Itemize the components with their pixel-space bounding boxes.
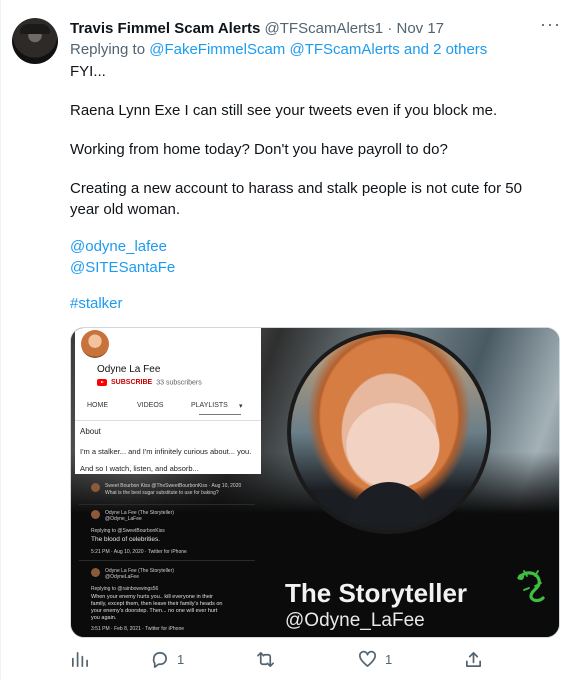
author-name[interactable]: Travis Fimmel Scam Alerts [70,20,260,37]
replying-prefix: Replying to [70,41,146,58]
subscribe-row: SUBSCRIBE 33 subscribers [97,379,202,386]
tab-videos: VIDEOS [137,402,164,409]
mini-avatar [91,483,100,492]
mini-reply-handle: @OdyneLaFee [105,574,139,580]
mini-reply-text: When your enemy hurts you.. kill everyon… [91,594,213,600]
mini-reply-time: 5:21 PM · Aug 10, 2020 · Twitter for iPh… [91,549,187,555]
tweet-header: Travis Fimmel Scam Alerts @TFScamAlerts1… [70,19,444,39]
channel-avatar [81,330,109,358]
mention-link[interactable]: @SITESantaFe [70,257,570,278]
divider [79,560,255,561]
mini-reply-replying: Replying to @SweetBourbonKiss [91,528,165,534]
tweet-text-line: Working from home today? Don't you have … [70,141,448,158]
hashtag-link[interactable]: #stalker [70,293,570,314]
portrait-photo [287,330,491,534]
tweet-text-line: Raena Lynn Exe I can still see your twee… [70,102,498,119]
tweet-actions: 1 1 [70,650,490,672]
author-handle[interactable]: @TFScamAlerts1 [265,20,384,37]
about-section: About I'm a stalker... and I'm infinitel… [75,420,261,473]
youtube-icon [97,379,107,386]
mini-reply-handle: @Odyne_LaFee [105,516,142,522]
lizard-icon [517,570,545,603]
tweet-text-line: FYI... [70,63,106,80]
mini-reply-text: your enemy's doorstep. Then... no one wi… [91,608,218,614]
author-avatar[interactable] [12,18,58,64]
replying-mention-2[interactable]: @TFScamAlerts [289,41,399,58]
youtube-channel-screenshot: Odyne La Fee SUBSCRIBE 33 subscribers HOM… [75,328,261,474]
tab-underline [199,414,241,415]
replying-others[interactable]: and 2 others [404,41,487,58]
mini-reply-text: family, except them, then leave their fa… [91,601,223,607]
reply-count: 1 [177,652,185,667]
analytics-button[interactable] [70,650,89,669]
channel-name: Odyne La Fee [97,364,161,375]
replying-mention-1[interactable]: @FakeFimmelScam [149,41,285,58]
mini-tweet-text: What is the best sugar substitute to use… [105,490,219,496]
mini-reply-text: The blood of celebrities. [91,536,161,543]
analytics-icon [71,651,88,668]
retweet-icon [257,651,274,668]
mini-tweet-author: Sweet Bourbon Kiss @TheSweetBourbonKiss … [105,483,242,489]
storyteller-title: The Storyteller [285,578,468,608]
mini-avatar [91,510,100,519]
more-options-button[interactable]: ··· [540,14,561,35]
retweet-button[interactable] [256,650,275,669]
tweet-date[interactable]: Nov 17 [396,20,444,37]
reply-icon [152,651,167,668]
storyteller-handle: @Odyne_LaFee [285,610,425,631]
like-icon [359,650,376,668]
separator: · [387,20,393,37]
like-button[interactable]: 1 [358,650,392,669]
replying-to: Replying to @FakeFimmelScam @TFScamAlert… [70,40,487,60]
divider [79,504,255,505]
about-line: And so I watch, listen, and absorb... [80,464,199,473]
tweet-text-line: Creating a new account to harass and sta… [70,180,522,218]
tab-home: HOME [87,402,108,409]
reply-button[interactable]: 1 [150,650,184,669]
share-icon [465,651,482,668]
about-title: About [80,427,101,436]
mini-reply-time: 3:51 PM · Feb 8, 2021 · Twitter for iPho… [91,626,185,632]
share-button[interactable] [464,650,483,669]
mini-avatar [91,568,100,577]
tweet-media-image[interactable]: Odyne La Fee SUBSCRIBE 33 subscribers HOM… [70,327,560,638]
subscriber-count: 33 subscribers [156,379,202,387]
chevron-down-icon: ▾ [239,403,243,410]
tweet-card[interactable]: Travis Fimmel Scam Alerts @TFScamAlerts1… [0,0,583,680]
tab-playlists: PLAYLISTS [191,402,228,409]
mention-link[interactable]: @odyne_lafee [70,236,570,257]
subscribe-label: SUBSCRIBE [111,379,153,387]
mini-reply-replying: Replying to @rainbowwings56 [91,586,159,592]
about-line: I'm a stalker... and I'm infinitely curi… [80,447,252,456]
mini-reply-text: you again. [91,615,117,621]
like-count: 1 [385,652,393,667]
